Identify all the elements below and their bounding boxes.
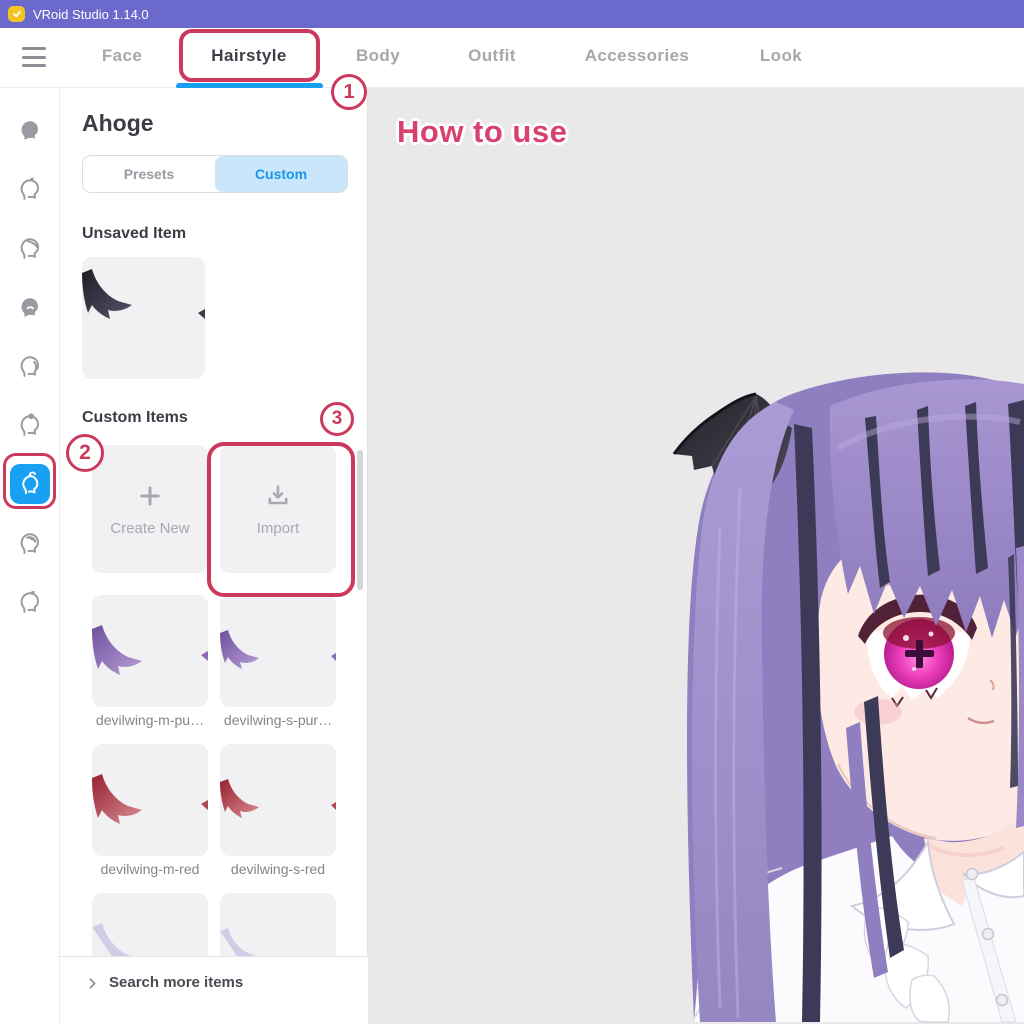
black-devil-wing-thumbnail-image — [82, 257, 205, 379]
panel-title: Ahoge — [82, 110, 349, 137]
panel-scrollbar[interactable] — [357, 450, 363, 590]
item-devilwing-s-purple[interactable]: devilwing-s-pur… — [220, 595, 336, 728]
character-viewport[interactable] — [368, 88, 1024, 1024]
sidebar-item-hair-6[interactable] — [15, 410, 45, 440]
create-new-label: Create New — [110, 520, 189, 537]
title-bar: VRoid Studio 1.14.0 — [0, 0, 1024, 28]
presets-tab[interactable]: Presets — [83, 156, 215, 192]
item-thumbnail[interactable] — [220, 744, 336, 856]
red-devil-wing-image — [92, 744, 208, 856]
tab-look[interactable]: Look — [760, 46, 802, 66]
chevron-right-icon — [86, 976, 99, 991]
import-button[interactable]: Import — [220, 445, 336, 573]
hair-category-8-icon — [16, 529, 44, 557]
custom-tab[interactable]: Custom — [215, 156, 347, 192]
sidebar-item-hair-4[interactable] — [15, 292, 45, 322]
vroid-logo-check-icon — [8, 6, 25, 22]
search-more-items-row[interactable]: Search more items — [60, 956, 368, 1024]
character-preview — [368, 88, 1024, 1024]
hair-category-5-icon — [16, 352, 44, 380]
sidebar-item-hair-5[interactable] — [15, 351, 45, 381]
item-devilwing-s-red[interactable]: devilwing-s-red — [220, 744, 336, 877]
custom-items-heading: Custom Items — [82, 409, 349, 427]
search-more-items-label: Search more items — [109, 974, 243, 991]
purple-devil-wing-image — [92, 595, 208, 707]
tab-body[interactable]: Body — [356, 46, 400, 66]
sidebar-item-hair-3[interactable] — [15, 233, 45, 263]
tab-outfit[interactable]: Outfit — [468, 46, 516, 66]
create-new-button[interactable]: Create New — [92, 445, 208, 573]
presets-custom-toggle: Presets Custom — [82, 155, 348, 193]
hair-category-4-icon — [16, 293, 44, 321]
ahoge-panel: Ahoge Presets Custom Unsaved Item Custom… — [60, 88, 368, 1024]
tab-hairstyle[interactable]: Hairstyle — [211, 46, 286, 66]
sidebar-item-hair-1[interactable] — [15, 115, 45, 145]
how-to-use-title: How to use — [397, 114, 567, 150]
item-thumbnail[interactable] — [220, 595, 336, 707]
item-label: devilwing-m-red — [101, 861, 200, 877]
tab-face[interactable]: Face — [102, 46, 142, 66]
item-devilwing-m-purple[interactable]: devilwing-m-pu… — [92, 595, 208, 728]
hair-category-3-icon — [16, 234, 44, 262]
tab-accessories[interactable]: Accessories — [585, 46, 690, 66]
plus-icon — [136, 482, 164, 510]
hair-category-9-icon — [16, 588, 44, 616]
sidebar-item-hair-9[interactable] — [15, 587, 45, 617]
sidebar-item-hair-8[interactable] — [15, 528, 45, 558]
ahoge-icon — [17, 471, 43, 497]
hair-category-sidebar — [0, 88, 60, 1024]
purple-devil-wing-image — [220, 595, 336, 707]
unsaved-item-heading: Unsaved Item — [82, 225, 349, 243]
vroid-studio-window: VRoid Studio 1.14.0 Face Hairstyle Body … — [0, 0, 1024, 1024]
item-label: devilwing-s-red — [231, 861, 325, 877]
item-label: devilwing-s-pur… — [224, 712, 332, 728]
import-label: Import — [257, 520, 300, 537]
item-thumbnail[interactable] — [92, 744, 208, 856]
unsaved-item-thumbnail[interactable] — [82, 257, 205, 379]
import-download-icon — [264, 482, 292, 510]
hamburger-icon[interactable] — [22, 47, 46, 67]
hair-category-2-icon — [16, 175, 44, 203]
item-label: devilwing-m-pu… — [96, 712, 204, 728]
window-title: VRoid Studio 1.14.0 — [33, 7, 149, 22]
item-thumbnail[interactable] — [92, 595, 208, 707]
sidebar-item-hair-2[interactable] — [15, 174, 45, 204]
sidebar-item-ahoge[interactable] — [10, 464, 50, 504]
item-devilwing-m-red[interactable]: devilwing-m-red — [92, 744, 208, 877]
hair-category-1-icon — [16, 116, 44, 144]
custom-items-grid: Create New Import — [92, 445, 338, 1005]
hair-category-6-icon — [16, 411, 44, 439]
red-devil-wing-image — [220, 744, 336, 856]
